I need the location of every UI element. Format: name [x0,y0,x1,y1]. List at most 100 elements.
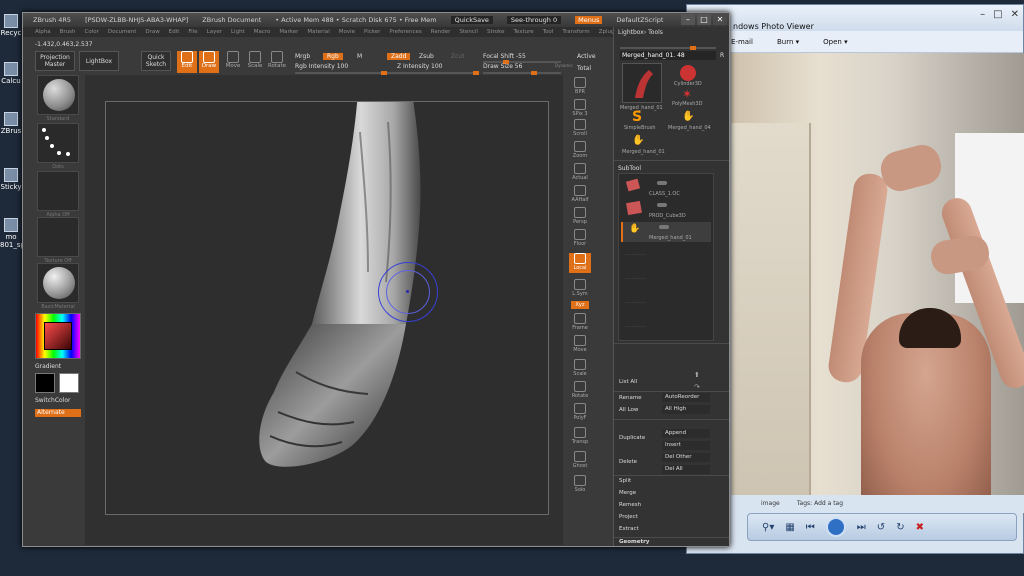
project-button[interactable]: Project [619,514,638,520]
draw-button[interactable]: Draw [199,51,219,73]
close-icon[interactable]: ✕ [1011,9,1019,20]
del-all-button[interactable]: Del All [662,465,710,474]
secondary-color-swatch[interactable] [35,373,55,393]
shelf-rotate-button[interactable]: Rotate [569,381,591,401]
cylinder3d-icon[interactable] [680,65,696,81]
del-other-button[interactable]: Del Other [662,453,710,462]
maximize-icon[interactable]: □ [993,9,1002,20]
material-selector[interactable]: BasicMaterial [37,263,79,310]
polymesh3d-icon[interactable]: ✶ [682,87,692,101]
arrow-up-icon[interactable]: ⬆ [694,371,700,379]
menu-email[interactable]: E-mail [731,38,753,46]
shelf-spix-3-button[interactable]: SPix 3 [569,99,591,119]
z-intensity-track[interactable] [387,71,479,75]
menu-brush[interactable]: Brush [60,29,76,35]
menu-draw[interactable]: Draw [145,29,159,35]
menu-edit[interactable]: Edit [169,29,180,35]
texture-selector[interactable]: Texture Off [37,217,79,264]
insert-button[interactable]: Insert [662,441,710,450]
menu-movie[interactable]: Movie [339,29,355,35]
quick-sketch-button[interactable]: Quick Sketch [141,51,171,71]
subtool-item[interactable]: CLASS_1.OC [621,178,711,198]
shelf-scroll-button[interactable]: Scroll [569,119,591,139]
duplicate-button[interactable]: Duplicate [619,435,645,441]
edit-button[interactable]: Edit [177,51,197,73]
shelf-move-button[interactable]: Move [569,335,591,355]
previous-icon[interactable]: ⏮ [806,522,815,533]
menu-picker[interactable]: Picker [364,29,380,35]
desktop-icon-recycle[interactable]: Recyc [0,14,22,37]
move-button[interactable]: Move [223,51,243,73]
geometry-header[interactable]: Geometry [619,539,649,545]
draw-size-slider[interactable]: Draw Size 56 [483,63,522,70]
all-low-button[interactable]: All Low [619,407,638,413]
minimize-icon[interactable]: – [980,9,985,20]
menu-file[interactable]: File [188,29,197,35]
lightbox-button[interactable]: LightBox [79,51,119,71]
split-button[interactable]: Split [619,478,631,484]
shelf-scale-button[interactable]: Scale [569,359,591,379]
quicksave-button[interactable]: QuickSave [450,16,493,24]
hand-04-icon[interactable]: ✋ [682,111,694,122]
zb-close-icon[interactable]: ✕ [713,14,727,25]
projection-master-button[interactable]: Projection Master [35,51,75,71]
arrow-swap-icon[interactable]: ↷ [694,383,700,391]
mrgb-button[interactable]: Mrgb [295,53,310,60]
subtool-header[interactable]: SubTool [618,165,641,172]
menus-button[interactable]: Menus [575,16,603,24]
delete-icon[interactable]: ✖ [916,522,924,533]
list-all-button[interactable]: List All [619,379,637,385]
extract-button[interactable]: Extract [619,526,639,532]
draw-size-track[interactable] [483,71,561,75]
shelf-zoom-button[interactable]: Zoom [569,141,591,161]
subtool-item-selected[interactable]: ✋ Merged_hand_01 [621,222,711,242]
desktop-icon-sticky[interactable]: Sticky [0,168,22,191]
shelf-l-sym-button[interactable]: L.Sym [569,279,591,299]
stroke-selector[interactable]: Dots [37,123,79,170]
m-button[interactable]: M [357,53,362,60]
sculpted-forearm-model[interactable] [106,102,549,515]
rgb-intensity-slider[interactable]: Rgb Intensity 100 [295,63,348,70]
tool-thumb-merged-hand[interactable] [622,63,662,103]
desktop-icon-zbrush[interactable]: ZBrus [0,112,22,135]
current-tool-name[interactable]: Merged_hand_01. 48 [620,51,716,60]
default-zscript-button[interactable]: DefaultZScript [616,16,663,24]
rotate-button[interactable]: Rotate [267,51,287,73]
shelf-floor-button[interactable]: Floor [569,229,591,249]
menu-color[interactable]: Color [85,29,99,35]
focal-shift-slider[interactable]: Focal Shift -55 [483,53,526,60]
alternate-button[interactable]: Alternate [35,409,81,417]
shelf-persp-button[interactable]: Persp [569,207,591,227]
shelf-actual-button[interactable]: Actual [569,163,591,183]
rgb-button[interactable]: Rgb [323,53,343,60]
zb-maximize-icon[interactable]: □ [697,14,711,25]
lightbox-tools-header[interactable]: Lightbox› Tools [618,29,726,36]
rgb-intensity-track[interactable] [295,71,387,75]
simplebrush-icon[interactable]: S [632,109,642,125]
zadd-button[interactable]: Zadd [387,53,411,60]
subtool-item[interactable]: PROD_Cube3D [621,200,711,220]
menu-alpha[interactable]: Alpha [35,29,51,35]
all-high-button[interactable]: All High [662,405,710,414]
z-intensity-slider[interactable]: Z Intensity 100 [397,63,443,70]
menu-tool[interactable]: Tool [543,29,554,35]
shelf-local-button[interactable]: Local [569,253,591,273]
gradient-label[interactable]: Gradient [35,363,61,370]
document-area[interactable] [105,101,549,515]
alpha-selector[interactable]: Alpha Off [37,171,79,218]
menu-light[interactable]: Light [231,29,245,35]
shelf-bpr-button[interactable]: BPR [569,77,591,97]
merge-button[interactable]: Merge [619,490,636,496]
scale-button[interactable]: Scale [245,51,265,73]
viewport-canvas[interactable] [85,75,563,545]
next-icon[interactable]: ⏭ [857,522,866,533]
rename-button[interactable]: Rename [619,395,642,401]
rotate-ccw-icon[interactable]: ↺ [877,522,885,533]
zoom-icon[interactable]: ⚲▾ [762,522,774,533]
shelf-frame-button[interactable]: Frame [569,313,591,333]
dynamic-button[interactable]: Dynamic [555,63,573,68]
menu-marker[interactable]: Marker [279,29,298,35]
shelf-transp-button[interactable]: Transp [569,427,591,447]
delete-button[interactable]: Delete [619,459,637,465]
visibility-toggle-icon[interactable] [659,225,669,229]
